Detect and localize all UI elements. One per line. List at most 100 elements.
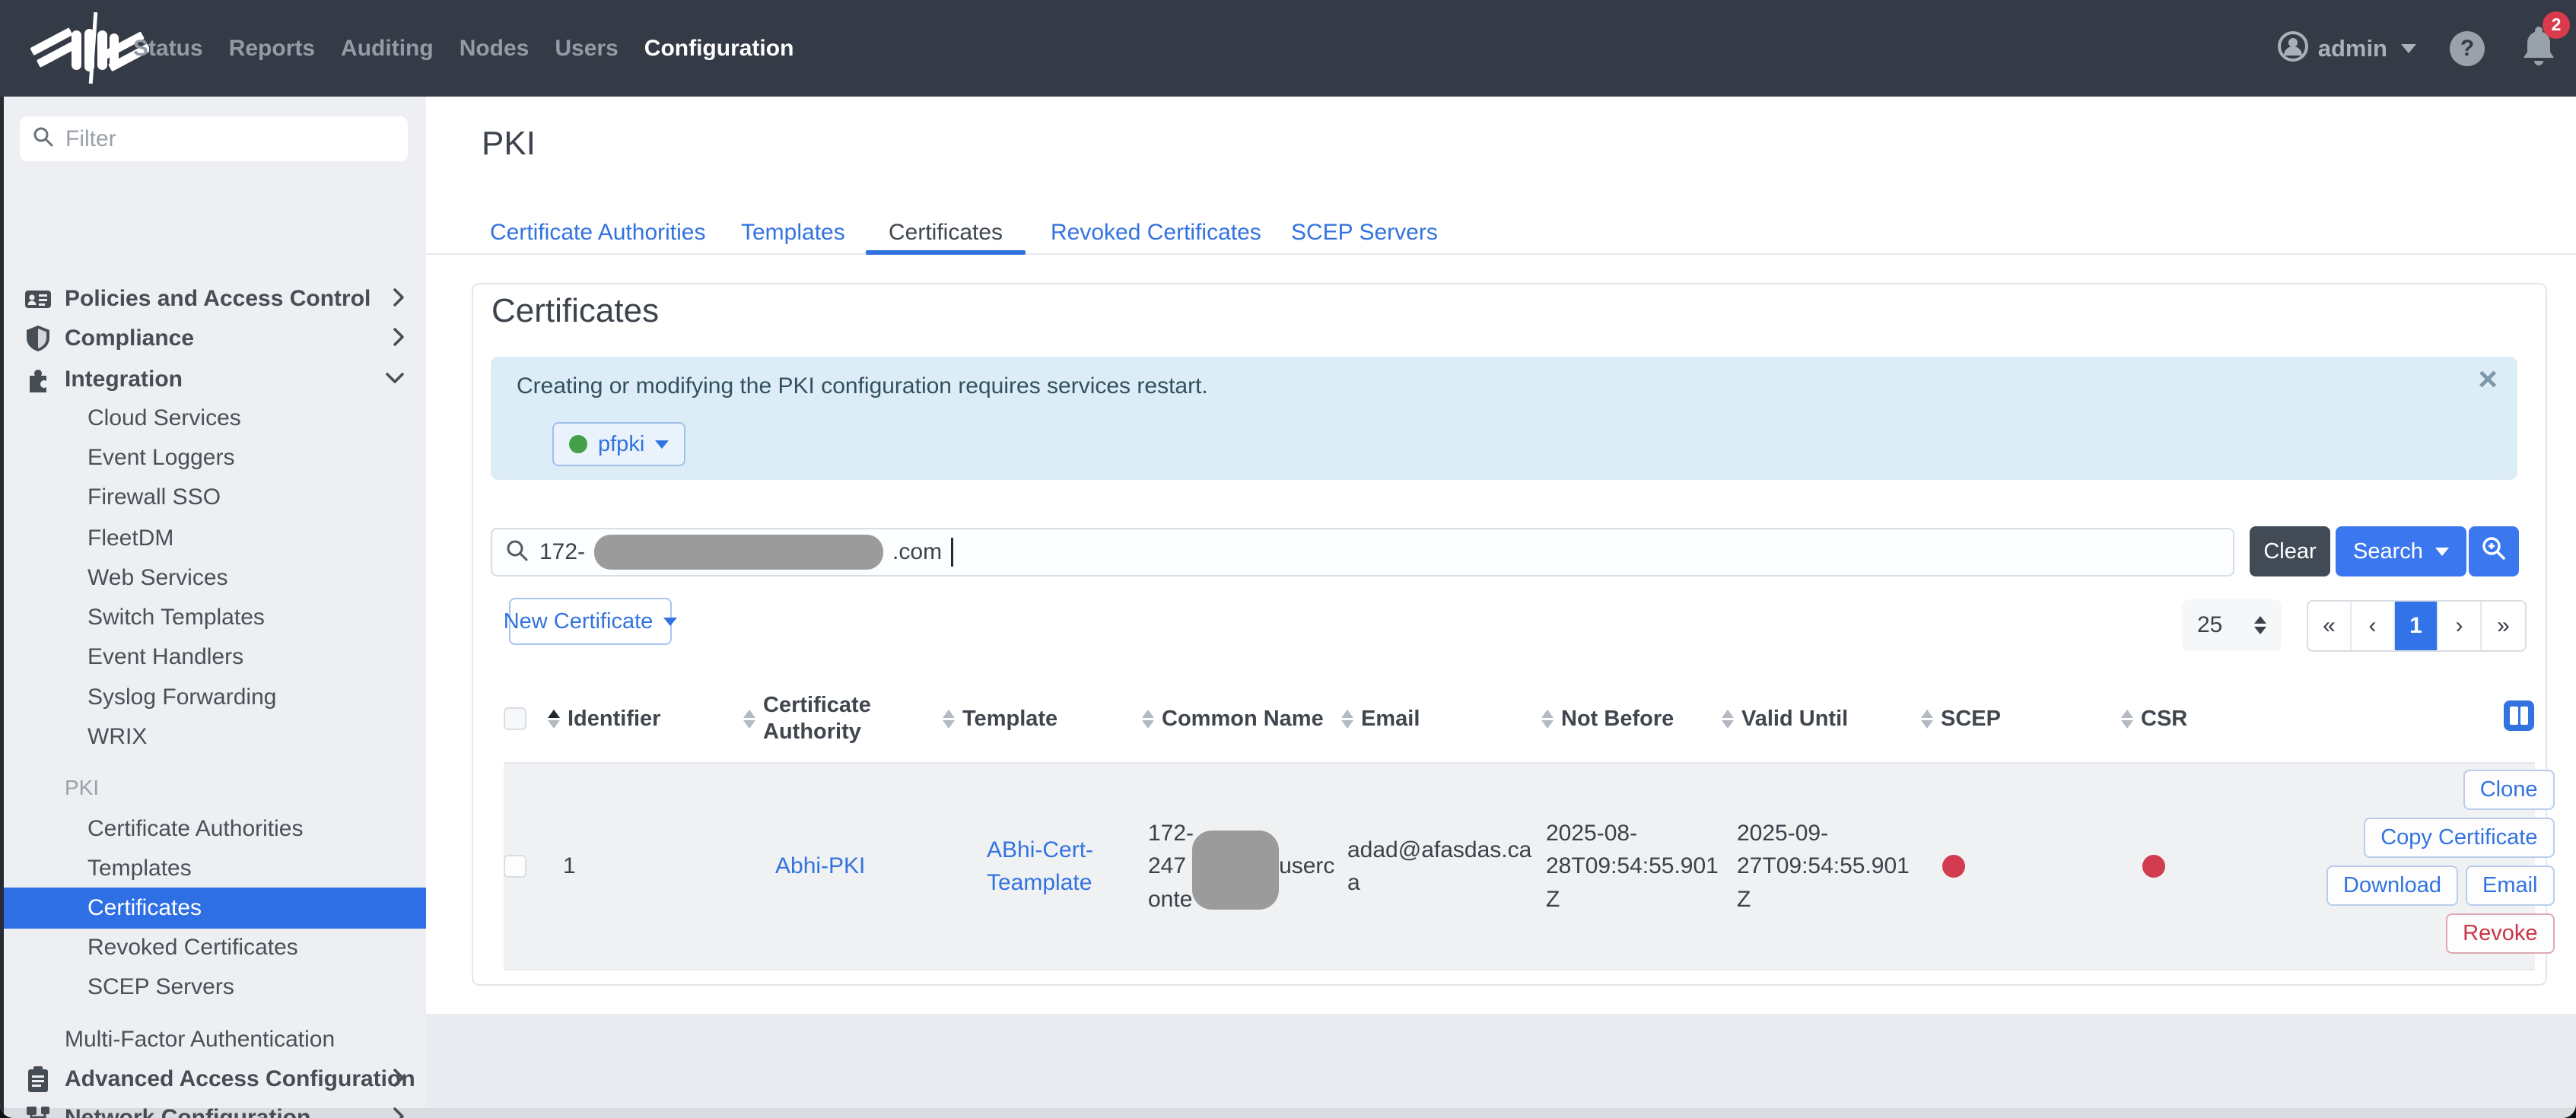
sidebar-item-advanced-access-configuration[interactable]: Advanced Access Configuration — [0, 1059, 426, 1099]
table-row[interactable]: 1 Abhi-PKI ABhi-Cert-Teamplate 172- 247u… — [504, 762, 2535, 970]
column-header-valid-until[interactable]: Valid Until — [1722, 675, 1921, 762]
download-button[interactable]: Download — [2326, 865, 2458, 906]
column-label: Identifier — [568, 706, 660, 732]
clone-button[interactable]: Clone — [2463, 770, 2555, 810]
sidebar-item-network-configuration[interactable]: Network Configuration — [0, 1098, 426, 1118]
shield-icon — [23, 323, 53, 354]
pagination-next[interactable]: › — [2438, 602, 2482, 650]
tab-certificate-authorities[interactable]: Certificate Authorities — [490, 212, 705, 253]
column-header-identifier[interactable]: Identifier — [548, 675, 743, 762]
chevron-right-icon — [393, 327, 405, 351]
column-header-scep[interactable]: SCEP — [1921, 675, 2121, 762]
sidebar-item-policies-and-access-control[interactable]: Policies and Access Control — [0, 279, 426, 319]
packetfence-logo-icon[interactable] — [27, 11, 149, 85]
column-label: Certificate Authority — [763, 692, 915, 745]
sidebar-item-certificate-authorities[interactable]: Certificate Authorities — [0, 809, 426, 849]
navbar-right-cluster: admin ? 2 — [2277, 0, 2561, 97]
not-before-value: 2025-08-28T09:54:55.901Z — [1546, 817, 1722, 916]
sidebar-item-integration[interactable]: Integration — [0, 360, 426, 399]
sort-icon — [1341, 710, 1353, 729]
sidebar-item-web-services[interactable]: Web Services — [0, 558, 426, 598]
valid-until-value: 2025-09-27T09:54:55.901Z — [1737, 817, 1913, 916]
user-menu[interactable]: admin — [2277, 30, 2416, 66]
sort-icon — [1921, 710, 1933, 729]
tab-certificates[interactable]: Certificates — [889, 212, 1003, 253]
advanced-search-button[interactable] — [2469, 526, 2519, 576]
column-header-certificate-authority[interactable]: Certificate Authority — [743, 675, 943, 762]
column-header-email[interactable]: Email — [1341, 675, 1541, 762]
column-header-common-name[interactable]: Common Name — [1142, 675, 1341, 762]
cell-identifier: 1 — [548, 764, 743, 969]
sidebar-item-switch-templates[interactable]: Switch Templates — [0, 598, 426, 637]
pagination-prev[interactable]: ‹ — [2352, 602, 2395, 650]
nav-item-reports[interactable]: Reports — [229, 36, 315, 62]
pagination: « ‹ 1 › » — [2307, 600, 2527, 652]
network-icon — [23, 1103, 53, 1118]
sidebar-filter[interactable] — [20, 116, 408, 161]
clear-button[interactable]: Clear — [2250, 526, 2330, 576]
chevron-down-icon — [663, 618, 677, 626]
columns-settings-icon[interactable] — [2503, 700, 2535, 738]
sidebar-item-syslog-forwarding[interactable]: Syslog Forwarding — [0, 678, 426, 717]
sidebar-item-templates[interactable]: Templates — [0, 849, 426, 888]
nav-item-nodes[interactable]: Nodes — [460, 36, 530, 62]
column-header-template[interactable]: Template — [943, 675, 1142, 762]
sidebar-item-wrix[interactable]: WRIX — [0, 717, 426, 757]
redacted-text-blob — [1192, 831, 1279, 910]
column-label: Email — [1361, 706, 1420, 732]
sidebar-item-scep-servers[interactable]: SCEP Servers — [0, 967, 426, 1007]
tab-revoked-certificates[interactable]: Revoked Certificates — [1051, 212, 1261, 253]
csr-status-dot — [2142, 855, 2165, 878]
column-header-csr[interactable]: CSR — [2121, 675, 2326, 762]
top-navbar: Status Reports Auditing Nodes Users Conf… — [0, 0, 2576, 97]
email-button[interactable]: Email — [2466, 865, 2555, 906]
sidebar-item-fleetdm[interactable]: FleetDM — [0, 519, 426, 558]
search-input[interactable]: 172- .com — [491, 528, 2234, 576]
copy-certificate-button[interactable]: Copy Certificate — [2364, 818, 2554, 858]
nav-item-configuration[interactable]: Configuration — [644, 36, 794, 62]
pagination-page-1[interactable]: 1 — [2395, 602, 2438, 650]
nav-item-status[interactable]: Status — [133, 36, 203, 62]
nav-item-auditing[interactable]: Auditing — [341, 36, 434, 62]
certificates-table: Identifier Certificate Authority Templat… — [504, 675, 2535, 970]
template-link[interactable]: ABhi-Cert-Teamplate — [987, 834, 1112, 900]
sidebar-item-event-handlers[interactable]: Event Handlers — [0, 637, 426, 677]
sidebar-item-cloud-services[interactable]: Cloud Services — [0, 399, 426, 438]
new-certificate-dropdown[interactable]: New Certificate — [509, 598, 672, 645]
select-all-checkbox[interactable] — [504, 707, 526, 730]
pagination-first[interactable]: « — [2308, 602, 2352, 650]
column-label: Valid Until — [1741, 706, 1848, 732]
search-button[interactable]: Search — [2336, 526, 2466, 576]
pagination-last[interactable]: » — [2482, 602, 2525, 650]
sidebar-item-certificates[interactable]: Certificates — [0, 888, 426, 929]
revoke-button[interactable]: Revoke — [2446, 913, 2554, 954]
chevron-right-icon — [393, 1107, 405, 1118]
tab-templates[interactable]: Templates — [741, 212, 845, 253]
notifications-button[interactable]: 2 — [2518, 22, 2561, 75]
column-header-not-before[interactable]: Not Before — [1541, 675, 1722, 762]
sidebar-item-compliance[interactable]: Compliance — [0, 319, 426, 358]
alert-close-button[interactable]: × — [2478, 363, 2498, 396]
per-page-select[interactable]: 25 — [2182, 599, 2282, 651]
row-checkbox[interactable] — [504, 855, 526, 878]
pfpki-service-dropdown[interactable]: pfpki — [552, 422, 685, 466]
column-label: SCEP — [1941, 706, 2001, 732]
sort-icon — [1722, 710, 1734, 729]
sidebar-item-label: Switch Templates — [87, 605, 265, 630]
sidebar-item-multi-factor-authentication[interactable]: Multi-Factor Authentication — [0, 1020, 426, 1059]
sidebar-section-pki: PKI — [65, 776, 99, 800]
nav-item-users[interactable]: Users — [555, 36, 618, 62]
services-restart-alert: Creating or modifying the PKI configurat… — [491, 357, 2517, 480]
sidebar-item-event-loggers[interactable]: Event Loggers — [0, 438, 426, 478]
tab-scep-servers[interactable]: SCEP Servers — [1291, 212, 1438, 253]
scep-status-dot — [1942, 855, 1965, 878]
sidebar-item-revoked-certificates[interactable]: Revoked Certificates — [0, 928, 426, 967]
sidebar-item-firewall-sso[interactable]: Firewall SSO — [0, 478, 426, 517]
sidebar-item-label: Event Handlers — [87, 644, 243, 670]
sidebar-filter-input[interactable] — [65, 126, 396, 152]
certificate-authority-link[interactable]: Abhi-PKI — [775, 850, 865, 883]
cell-common-name: 172- 247userc onte — [1142, 764, 1341, 969]
search-value-prefix: 172- — [539, 539, 585, 565]
email-text: a — [1347, 866, 1531, 900]
help-button[interactable]: ? — [2450, 31, 2485, 66]
